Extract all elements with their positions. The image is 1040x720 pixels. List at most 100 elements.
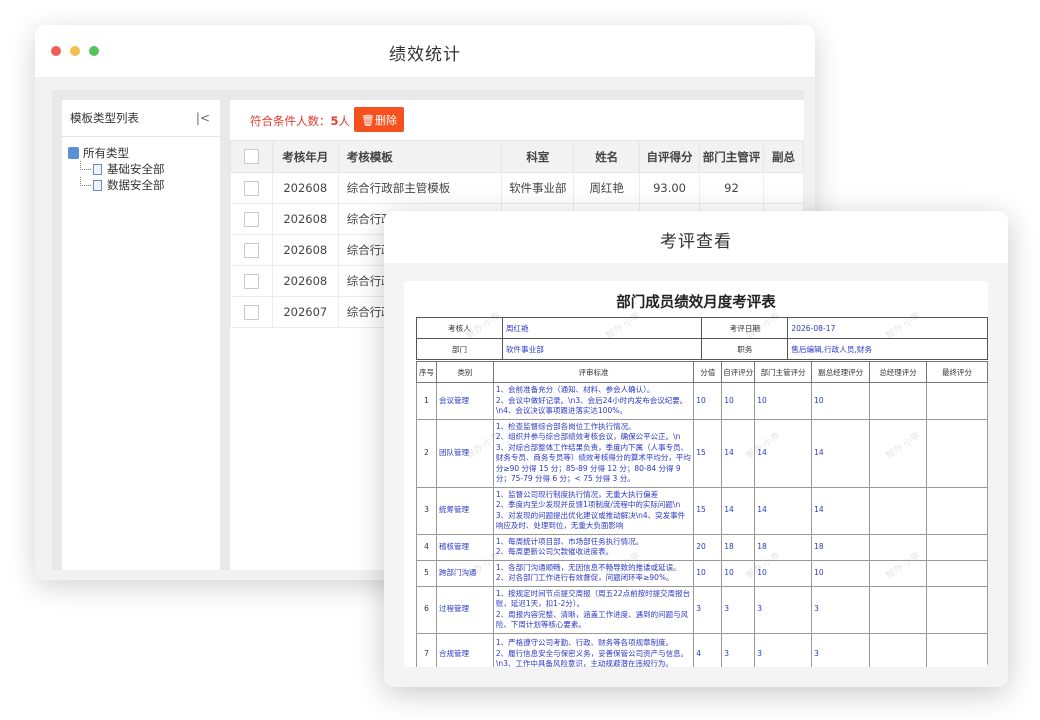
- row-checkbox[interactable]: [243, 273, 259, 289]
- evaluation-info-table: 考核人 周红艳 考评日期 2026-08-17 部门 软件事业部 职务 售后编辑…: [416, 317, 988, 360]
- window-titlebar: 绩效统计: [35, 25, 815, 78]
- eval-gm-cell: [869, 559, 928, 587]
- eval-dept-cell: 3: [754, 585, 813, 634]
- eval-column-header: 最终评分: [926, 361, 988, 383]
- column-header[interactable]: 考核模板: [337, 140, 503, 173]
- column-header[interactable]: 自评得分: [639, 140, 701, 173]
- row-checkbox-cell[interactable]: [230, 203, 273, 235]
- evaluation-criteria-table: 序号 类别 评审标准 分值 自评评分 部门主管评分 副总经理评分 总经理评分 最…: [416, 361, 988, 667]
- tree-item-root[interactable]: 所有类型: [68, 145, 220, 161]
- eval-idx-cell: 1: [416, 382, 437, 420]
- eval-vp-cell: 14: [811, 418, 871, 488]
- table-row[interactable]: 202608 综合行政部主管模板 软件事业部 周红艳 93.00 92: [230, 172, 804, 204]
- date-value: 2026-08-17: [787, 317, 988, 339]
- table-cell: 周红艳: [573, 172, 641, 204]
- tree-item-data-security[interactable]: 数据安全部: [68, 176, 220, 193]
- column-header[interactable]: 姓名: [573, 140, 641, 173]
- tree-item-label: 数据安全部: [107, 178, 165, 192]
- eval-idx-cell: 4: [416, 533, 437, 561]
- window-titlebar: 考评查看: [384, 211, 1008, 263]
- eval-category-cell: 统筹管理: [435, 486, 494, 535]
- column-header[interactable]: 科室: [501, 140, 575, 173]
- tree-connector: [80, 160, 91, 170]
- eval-column-header: 部门主管评分: [754, 361, 813, 383]
- trash-icon: 🗑: [361, 114, 375, 127]
- eval-self-cell: 18: [721, 533, 756, 561]
- position-value: 售后编辑,行政人员,财务: [787, 338, 988, 360]
- row-checkbox-cell[interactable]: [230, 234, 273, 266]
- row-checkbox-cell[interactable]: [230, 265, 273, 297]
- table-cell: 软件事业部: [501, 172, 575, 204]
- eval-row: 2 团队管理 1、检查监督综合部各岗位工作执行情况。 2、组织并参与综合部绩效考核会…: [416, 418, 988, 488]
- eval-category-cell: 过程管理: [435, 585, 494, 634]
- tree-item-basic-security[interactable]: 基础安全部: [68, 160, 220, 177]
- eval-dept-cell: 10: [754, 382, 813, 420]
- row-checkbox[interactable]: [243, 180, 259, 196]
- eval-gm-cell: [869, 632, 928, 667]
- records-toolbar: 符合条件人数：5人 🗑删除: [230, 100, 804, 140]
- matching-count-label: 符合条件人数：5人: [250, 113, 350, 129]
- count-suffix: 人: [338, 114, 351, 128]
- eval-column-header: 副总经理评分: [811, 361, 871, 383]
- table-cell: 93.00: [639, 172, 701, 204]
- column-header[interactable]: 考核年月: [271, 140, 339, 173]
- sidebar-title: 模板类型列表: [70, 111, 139, 125]
- row-checkbox-cell[interactable]: [230, 172, 273, 204]
- column-header[interactable]: 部门主管评: [699, 140, 764, 173]
- eval-header-row: 序号 类别 评审标准 分值 自评评分 部门主管评分 副总经理评分 总经理评分 最…: [416, 361, 988, 383]
- count-value: 5: [330, 114, 339, 128]
- eval-score-cell: 10: [693, 559, 723, 587]
- eval-vp-cell: 10: [811, 559, 871, 587]
- column-header[interactable]: 副总: [762, 140, 804, 173]
- eval-score-cell: 10: [693, 382, 723, 420]
- evaluation-view-window: 考评查看 智办 小乖 智办 小乖 智办 小乖 智办 小乖 智办 小乖 智办 小乖 智办 小乖…: [384, 211, 1008, 687]
- eval-column-header: 自评评分: [721, 361, 756, 383]
- table-cell: 202608: [271, 203, 339, 235]
- row-checkbox-cell[interactable]: [230, 296, 273, 328]
- eval-gm-cell: [869, 418, 928, 488]
- eval-gm-cell: [869, 585, 928, 634]
- document-title: 部门成员绩效月度考评表: [616, 295, 776, 311]
- eval-idx-cell: 7: [416, 632, 437, 667]
- eval-final-cell: [926, 632, 988, 667]
- delete-button[interactable]: 🗑删除: [354, 107, 404, 132]
- row-checkbox[interactable]: [243, 304, 259, 320]
- department-value: 软件事业部: [501, 338, 703, 360]
- eval-score-cell: 15: [693, 486, 723, 535]
- document-icon: [93, 163, 102, 175]
- eval-row: 5 跨部门沟通 1、各部门沟通顺畅，无因信息不畅导致的推诿或延误。 2、对各部门工作…: [416, 559, 988, 587]
- eval-category-cell: 团队管理: [435, 418, 494, 488]
- eval-score-cell: 4: [693, 632, 723, 667]
- eval-criteria-cell: 1、会前准备充分（通知、材料、参会人确认）。 2、会议中做好记录。\n3、会后2…: [492, 382, 695, 420]
- table-cell: 92: [699, 172, 764, 204]
- document-icon: [93, 179, 102, 191]
- eval-dept-cell: 14: [754, 486, 813, 535]
- eval-final-cell: [926, 559, 988, 587]
- template-type-sidebar: 模板类型列表 |< 所有类型 基础安全部 数据安全部: [62, 100, 220, 570]
- window-title: 绩效统计: [389, 45, 461, 65]
- row-checkbox[interactable]: [243, 242, 259, 258]
- eval-category-cell: 合规管理: [435, 632, 494, 667]
- info-row: 考核人 周红艳 考评日期 2026-08-17: [416, 317, 988, 339]
- eval-row: 4 稽核管理 1、每周统计项目部、市场部任务执行情况。 2、每周更新公司欠款催收进度…: [416, 533, 988, 561]
- sidebar-header: 模板类型列表 |<: [62, 100, 220, 137]
- eval-final-cell: [926, 533, 988, 561]
- table-cell: 202607: [271, 296, 339, 328]
- eval-idx-cell: 6: [416, 585, 437, 634]
- collapse-left-icon[interactable]: |<: [196, 100, 210, 136]
- select-all-checkbox[interactable]: [243, 149, 259, 164]
- eval-criteria-cell: 1、严格遵守公司考勤、行政、财务等各项规章制度。 2、履行信息安全与保密义务，妥…: [492, 632, 695, 667]
- eval-column-header: 评审标准: [492, 361, 695, 383]
- eval-row: 7 合规管理 1、严格遵守公司考勤、行政、财务等各项规章制度。 2、履行信息安全与保…: [416, 632, 988, 667]
- eval-category-cell: 稽核管理: [435, 533, 494, 561]
- row-checkbox[interactable]: [243, 211, 259, 227]
- eval-criteria-cell: 1、每周统计项目部、市场部任务执行情况。 2、每周更新公司欠款催收进度表。: [492, 533, 695, 561]
- eval-gm-cell: [869, 486, 928, 535]
- select-all-checkbox-cell[interactable]: [230, 140, 273, 173]
- window-title: 考评查看: [660, 232, 732, 252]
- eval-final-cell: [926, 418, 988, 488]
- eval-vp-cell: 3: [811, 585, 871, 634]
- eval-self-cell: 14: [721, 486, 756, 535]
- info-row: 部门 软件事业部 职务 售后编辑,行政人员,财务: [416, 338, 988, 360]
- date-label: 考评日期: [701, 317, 789, 339]
